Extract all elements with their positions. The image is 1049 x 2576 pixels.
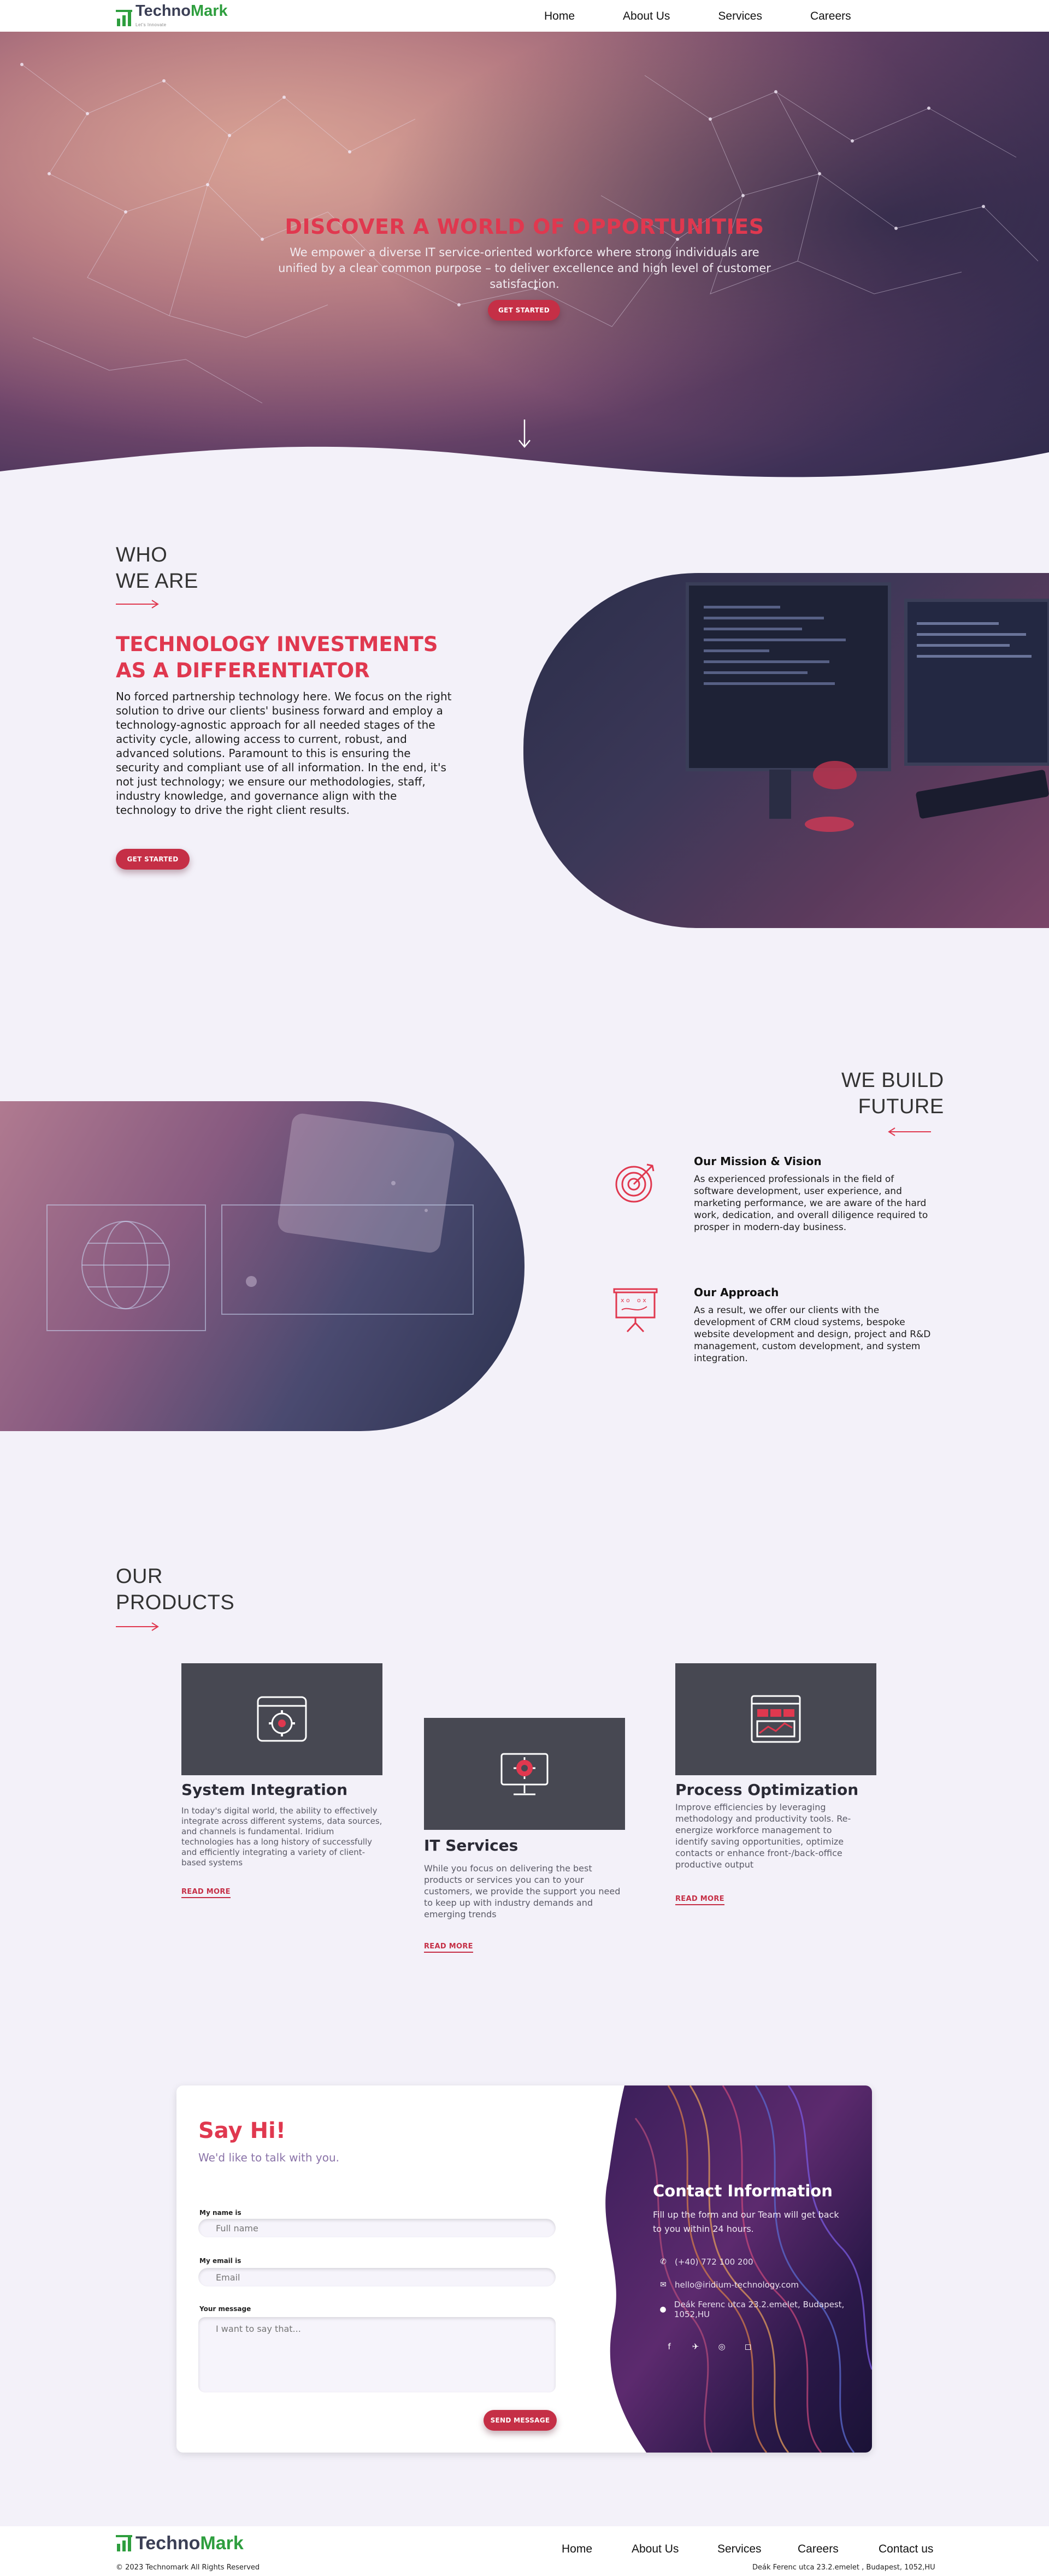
product-card-image-system-integration[interactable] [181,1663,382,1775]
nav-home[interactable]: Home [544,10,575,23]
message-label: Your message [199,2305,251,2313]
arrow-left-icon [888,1127,931,1136]
phone-icon: ✆ [660,2258,667,2266]
who-title: TECHNOLOGY INVESTMENTS AS A DIFFERENTIAT… [116,633,438,682]
svg-text:x o: x o [621,1297,630,1304]
name-input[interactable] [198,2219,556,2237]
feature-approach-title: Our Approach [694,1286,779,1299]
nav-links: Home About Us Services Careers [544,10,871,23]
footer-logo[interactable]: TechnoMark [116,2533,244,2554]
contact-address: ● Deák Ferenc utca 23.2.emelet, Budapest,… [657,2300,872,2319]
target-icon [615,1163,655,1203]
email-label: My email is [199,2257,241,2265]
product-title-it-services: IT Services [424,1836,518,1854]
footer-nav-about-us[interactable]: About Us [632,2543,679,2556]
footer-nav-contact-us[interactable]: Contact us [879,2543,933,2556]
feature-mission-title: Our Mission & Vision [694,1155,822,1168]
product-text-system-integration: In today's digital world, the ability to… [181,1806,382,1868]
logo-bars-icon [116,8,132,28]
brand-logo[interactable]: TechnoMark Let's Innovate [116,3,228,33]
read-more-process-optimization[interactable]: READ MORE [675,1895,724,1905]
nav-services[interactable]: Services [718,10,762,23]
developer-desk-image [523,573,1049,928]
twitter-icon[interactable]: ✈ [689,2340,702,2353]
contact-info-title: Contact Information [653,2182,833,2200]
nav-about-us[interactable]: About Us [623,10,670,23]
hero-section: DISCOVER A WORLD OF OPPORTUNITIES We emp… [0,32,1049,496]
contact-subtitle: We'd like to talk with you. [198,2151,340,2164]
logo-bars-icon [116,2533,132,2554]
product-text-it-services: While you focus on delivering the best p… [424,1863,621,1919]
social-links: f ✈ ◎ ◻ [663,2340,755,2353]
footer-nav-services[interactable]: Services [717,2543,762,2556]
who-description: No forced partnership technology here. W… [116,690,452,817]
contact-card: Say Hi! We'd like to talk with you. My n… [176,2085,872,2453]
product-card-image-it-services[interactable] [424,1718,625,1830]
contact-decorative-background [605,2085,872,2453]
contact-phone[interactable]: ✆ (+40) 772 100 200 [657,2257,753,2267]
laptop-hologram-image [0,1101,524,1431]
presentation-board-icon: x o o x [613,1288,658,1333]
arrow-right-icon [116,1622,159,1631]
read-more-system-integration[interactable]: READ MORE [181,1888,231,1898]
product-text-process-optimization: Improve efficiencies by leveraging metho… [675,1802,851,1870]
feature-mission: Our Mission & Vision As experienced prof… [694,1155,934,1233]
monitor-gear-icon [500,1753,549,1795]
footer: TechnoMark Home About Us Services Career… [0,2526,1049,2576]
dribbble-icon[interactable]: ◎ [715,2340,728,2353]
read-more-it-services[interactable]: READ MORE [424,1942,473,1953]
product-title-system-integration: System Integration [181,1781,348,1799]
products-heading: OUR PRODUCTS [116,1565,235,1614]
message-textarea[interactable] [198,2317,556,2392]
send-message-button[interactable]: SEND MESSAGE [484,2410,557,2431]
footer-address: Deák Ferenc utca 23.2.emelet , Budapest,… [752,2563,935,2572]
logo-text: TechnoMark Let's Innovate [135,3,228,33]
nav-careers[interactable]: Careers [810,10,851,23]
who-get-started-button[interactable]: GET STARTED [116,849,190,870]
product-title-process-optimization: Process Optimization [675,1781,859,1799]
footer-nav-careers[interactable]: Careers [798,2543,839,2556]
contact-email[interactable]: ✉ hello@iridium-technology.com [657,2280,799,2290]
name-label: My name is [199,2209,241,2217]
product-card-image-process-optimization[interactable] [675,1663,876,1775]
facebook-icon[interactable]: f [663,2340,676,2353]
copyright-text: © 2023 Technomark All Rights Reserved [116,2563,260,2572]
dashboard-window-icon [751,1695,801,1743]
logo-tagline: Let's Innovate [135,22,167,27]
top-navbar: TechnoMark Let's Innovate Home About Us … [0,0,1049,32]
contact-info-text: Fill up the form and our Team will get b… [653,2209,839,2234]
contact-title: Say Hi! [198,2118,286,2143]
arrow-right-icon [116,600,159,608]
svg-text:o x: o x [637,1297,646,1304]
feature-approach-text: As a result, we offer our clients with t… [694,1305,931,1364]
mail-icon: ✉ [660,2280,667,2289]
build-heading: WE BUILD FUTURE [841,1069,944,1118]
hero-wave-divider [0,446,1049,496]
feature-approach: Our Approach As a result, we offer our c… [694,1286,934,1364]
who-heading: WHO WE ARE [116,543,198,593]
location-pin-icon: ● [659,2305,667,2314]
gear-window-icon [257,1696,307,1742]
email-input[interactable] [198,2268,556,2287]
instagram-icon[interactable]: ◻ [741,2340,755,2353]
footer-nav-home[interactable]: Home [562,2543,592,2556]
feature-mission-text: As experienced professionals in the fiel… [694,1174,928,1233]
